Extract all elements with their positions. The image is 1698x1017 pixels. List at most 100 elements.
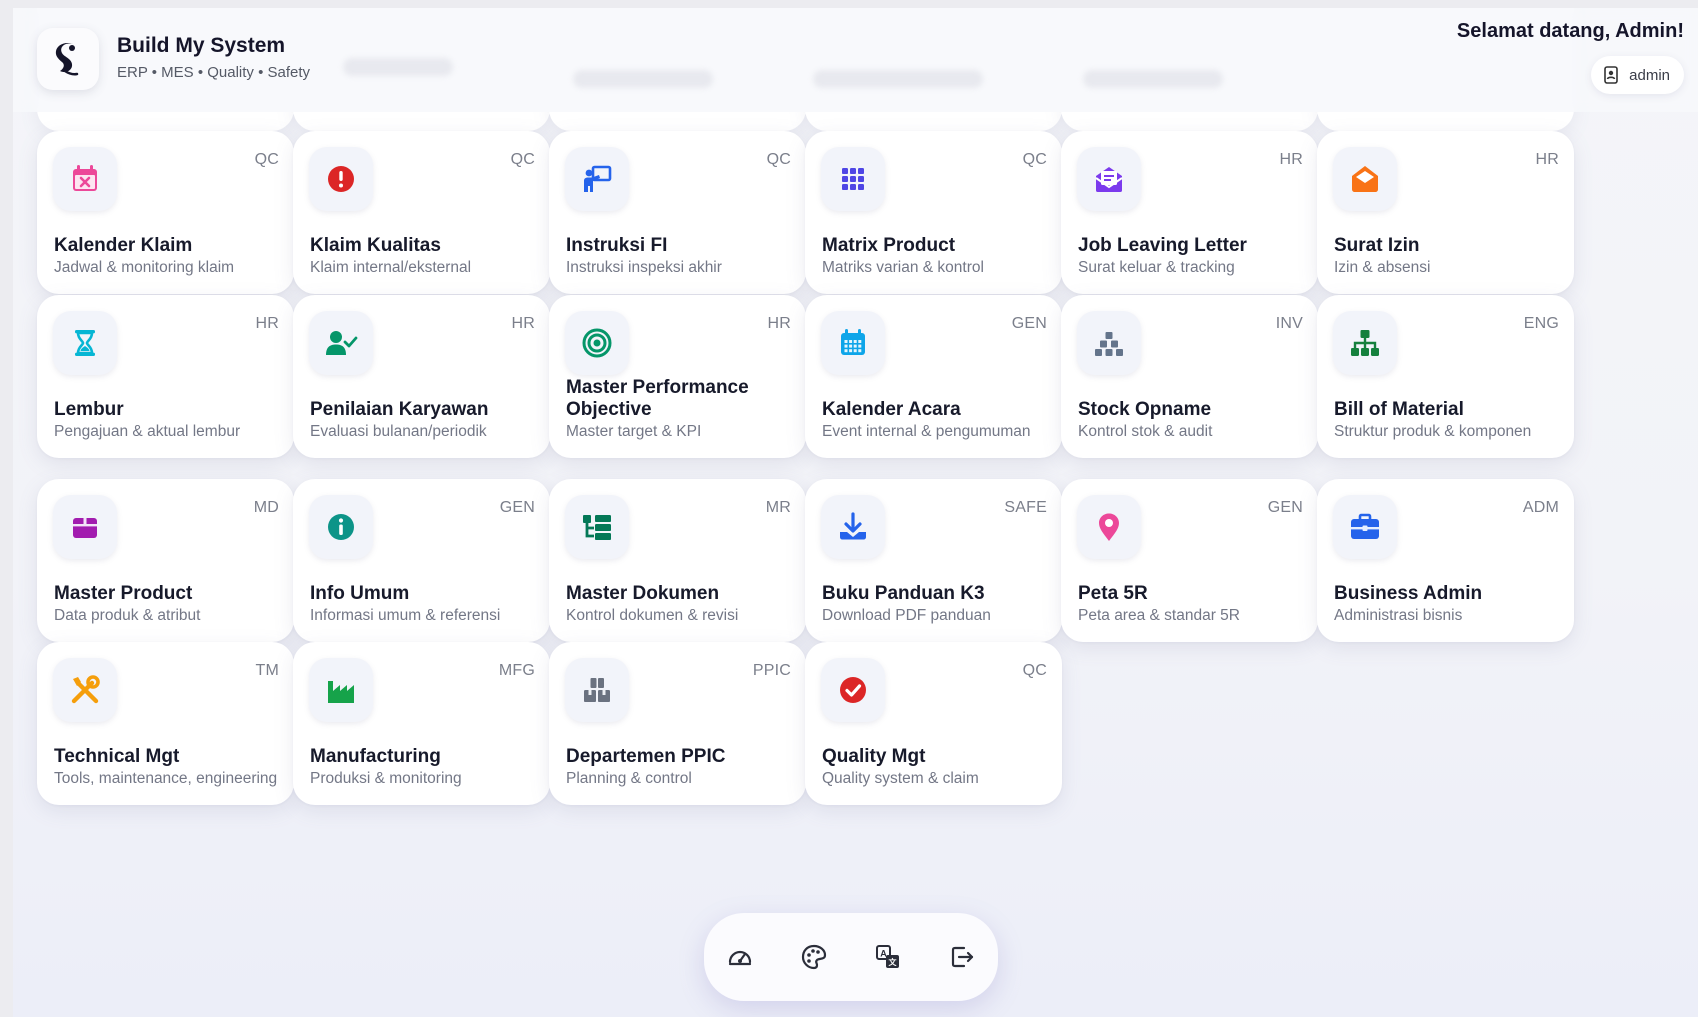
module-tag: MFG [498,662,535,679]
blurred-text [813,70,983,88]
module-tag: INV [1275,315,1303,332]
module-description: Kontrol dokumen & revisi [566,607,739,624]
tools-icon [53,658,117,722]
user-chip[interactable]: admin [1591,56,1684,94]
module-tag: HR [1535,151,1559,168]
module-card-peta-5r[interactable]: GEN Peta 5R Peta area & standar 5R [1061,479,1318,642]
module-card-departemen-ppic[interactable]: PPIC Departemen PPIC Planning & control [549,642,806,805]
user-badge-icon [1604,66,1618,84]
info-icon [309,495,373,559]
module-tag: HR [1279,151,1303,168]
top-header: Build My System ERP • MES • Quality • Sa… [13,8,1698,112]
module-text: Peta 5R Peta area & standar 5R [1078,583,1304,626]
module-text: Matrix Product Matriks varian & kontrol [822,235,1048,278]
module-tag: QC [1022,662,1047,679]
module-text: Departemen PPIC Planning & control [566,746,792,789]
module-tag: QC [1022,151,1047,168]
module-card-info-umum[interactable]: GEN Info Umum Informasi umum & referensi [293,479,550,642]
user-name: admin [1629,66,1670,84]
module-card-master-performance-objective[interactable]: HR Master Performance Objective Master tar… [549,295,806,458]
brand-subtitle: ERP • MES • Quality • Safety [117,64,311,81]
module-title: Instruksi FI [566,235,668,256]
envelope-open-icon [1077,147,1141,211]
module-description: Jadwal & monitoring klaim [54,259,235,276]
module-card-matrix-product[interactable]: QC Matrix Product Matriks varian & kontrol [805,131,1062,294]
module-text: Buku Panduan K3 Download PDF panduan [822,583,1048,626]
module-card-kalender-acara[interactable]: GEN Kalender Acara Event internal & pengum… [805,295,1062,458]
module-title: Quality Mgt [822,746,926,767]
module-text: Job Leaving Letter Surat keluar & trackin… [1078,235,1304,278]
module-description: Event internal & pengumuman [822,423,1031,440]
module-tag: HR [511,315,535,332]
chalkboard-teacher-icon [565,147,629,211]
module-description: Matriks varian & kontrol [822,259,984,276]
module-text: Klaim Kualitas Klaim internal/eksternal [310,235,536,278]
envelope-icon [1333,147,1397,211]
svg-text:文: 文 [889,957,898,967]
module-title: Surat Izin [1334,235,1420,256]
briefcase-icon [1333,495,1397,559]
module-description: Pengajuan & aktual lembur [54,423,241,440]
module-text: Master Product Data produk & atribut [54,583,280,626]
module-card-buku-panduan-k3[interactable]: SAFE Buku Panduan K3 Download PDF panduan [805,479,1062,642]
module-title: Peta 5R [1078,583,1148,604]
module-title: Kalender Acara [822,399,961,420]
module-description: Evaluasi bulanan/periodik [310,423,487,440]
module-title: Buku Panduan K3 [822,583,985,604]
module-title: Penilaian Karyawan [310,399,489,420]
module-text: Bill of Material Struktur produk & kompon… [1334,399,1560,442]
module-card-stock-opname[interactable]: INV Stock Opname Kontrol stok & audit [1061,295,1318,458]
alert-circle-icon [309,147,373,211]
module-text: Kalender Acara Event internal & pengumuma… [822,399,1048,442]
module-card-bill-of-material[interactable]: ENG Bill of Material Struktur produk & kom… [1317,295,1574,458]
module-card-penilaian-karyawan[interactable]: HR Penilaian Karyawan Evaluasi bulanan/per… [293,295,550,458]
module-card-lembur[interactable]: HR Lembur Pengajuan & aktual lembur [37,295,294,458]
module-card-master-product[interactable]: MD Master Product Data produk & atribut [37,479,294,642]
module-card-technical-mgt[interactable]: TM Technical Mgt Tools, maintenance, engin… [37,642,294,805]
module-tag: TM [255,662,279,679]
module-title: Job Leaving Letter [1078,235,1247,256]
module-text: Master Dokumen Kontrol dokumen & revisi [566,583,792,626]
module-tag: MD [253,499,279,516]
module-card-quality-mgt[interactable]: QC Quality Mgt Quality system & claim [805,642,1062,805]
module-description: Izin & absensi [1334,259,1431,276]
module-description: Peta area & standar 5R [1078,607,1240,624]
module-text: Info Umum Informasi umum & referensi [310,583,536,626]
module-description: Struktur produk & komponen [1334,423,1532,440]
module-card-job-leaving-letter[interactable]: HR Job Leaving Letter Surat keluar & track… [1061,131,1318,294]
module-description: Planning & control [566,770,692,787]
translate-icon[interactable]: A 文 [868,937,908,977]
module-text: Instruksi FI Instruksi inspeksi akhir [566,235,792,278]
user-check-icon [309,311,373,375]
module-text: Master Performance Objective Master targe… [566,377,792,442]
module-title: Master Dokumen [566,583,720,604]
module-tag: GEN [1267,499,1303,516]
calendar-x-icon [53,147,117,211]
folder-tree-icon [565,495,629,559]
module-title: Kalender Klaim [54,235,193,256]
sitemap-icon [1333,311,1397,375]
module-tag: ENG [1523,315,1559,332]
module-card-instruksi-fi[interactable]: QC Instruksi FI Instruksi inspeksi akhir [549,131,806,294]
brand-logo[interactable] [37,28,99,90]
logout-icon[interactable] [942,937,982,977]
module-card-kalender-klaim[interactable]: QC Kalender Klaim Jadwal & monitoring klai… [37,131,294,294]
module-description: Informasi umum & referensi [310,607,501,624]
blurred-text [573,70,713,88]
module-card-business-admin[interactable]: ADM Business Admin Administrasi bisnis [1317,479,1574,642]
module-title: Info Umum [310,583,410,604]
module-text: Manufacturing Produksi & monitoring [310,746,536,789]
module-title: Master Product [54,583,193,604]
module-description: Download PDF panduan [822,607,991,624]
module-title: Departemen PPIC [566,746,726,767]
module-tag: QC [254,151,279,168]
module-card-surat-izin[interactable]: HR Surat Izin Izin & absensi [1317,131,1574,294]
boxes-stacked-icon [565,658,629,722]
module-card-klaim-kualitas[interactable]: QC Klaim Kualitas Klaim internal/eksternal [293,131,550,294]
module-card-manufacturing[interactable]: MFG Manufacturing Produksi & monitoring [293,642,550,805]
module-card-master-dokumen[interactable]: MR Master Dokumen Kontrol dokumen & revisi [549,479,806,642]
palette-icon[interactable] [794,937,834,977]
module-description: Data produk & atribut [54,607,201,624]
welcome-message: Selamat datang, Admin! [1456,20,1684,42]
dashboard-gauge-icon[interactable] [720,937,760,977]
